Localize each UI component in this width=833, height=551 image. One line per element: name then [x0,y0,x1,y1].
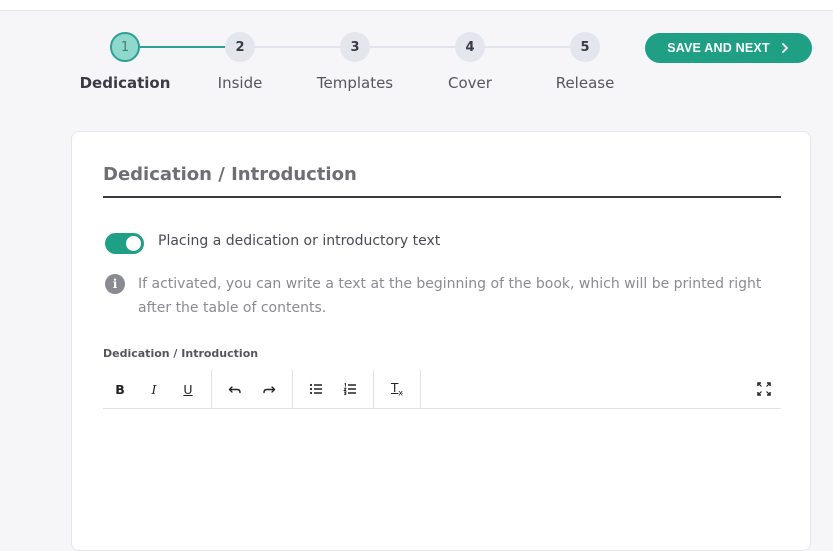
expand-icon [757,382,771,396]
toggle-knob [126,236,141,251]
step-5-circle[interactable]: 5 [570,32,600,62]
step-2-label[interactable]: Inside [218,74,263,92]
save-and-next-button[interactable]: SAVE AND NEXT [645,33,812,63]
history-group [212,370,293,408]
title-divider [103,196,781,198]
dedication-toggle[interactable] [105,233,144,254]
numbered-list-button[interactable] [333,374,367,404]
list-group [293,370,374,408]
bullet-list-button[interactable] [299,374,333,404]
step-1-label[interactable]: Dedication [80,74,171,92]
section-title: Dedication / Introduction [103,164,357,185]
step-connector-2 [254,46,341,48]
step-connector-3 [369,46,456,48]
step-5-label[interactable]: Release [556,74,615,92]
chevron-right-icon [781,43,788,53]
clear-group: Tx [374,370,421,408]
clear-format-button[interactable]: Tx [380,374,414,404]
redo-icon [263,386,276,394]
clear-format-icon: Tx [390,380,404,398]
step-1-circle[interactable]: 1 [110,32,140,62]
step-2-circle[interactable]: 2 [225,32,255,62]
fullscreen-button[interactable] [747,370,781,408]
info-text: If activated, you can write a text at th… [138,276,762,316]
redo-button[interactable] [252,374,286,404]
underline-button[interactable]: U [171,374,205,404]
dedication-card: Dedication / Introduction Placing a dedi… [71,131,811,551]
undo-button[interactable] [218,374,252,404]
save-and-next-label: SAVE AND NEXT [667,41,770,55]
numbered-list-icon [343,382,356,396]
format-group: B I U [103,370,212,408]
editor-field-label: Dedication / Introduction [103,347,259,360]
info-icon: i [105,274,125,294]
step-connector-4 [484,46,571,48]
toggle-label: Placing a dedication or introductory tex… [158,233,441,249]
step-3-circle[interactable]: 3 [340,32,370,62]
step-4-label[interactable]: Cover [448,74,492,92]
italic-button[interactable]: I [137,374,171,404]
step-4-circle[interactable]: 4 [455,32,485,62]
step-connector-1 [140,46,226,48]
undo-icon [228,386,241,394]
step-3-label[interactable]: Templates [317,74,393,92]
editor-toolbar: B I U Tx [103,370,781,409]
bold-button[interactable]: B [103,374,137,404]
bullet-list-icon [309,383,322,395]
